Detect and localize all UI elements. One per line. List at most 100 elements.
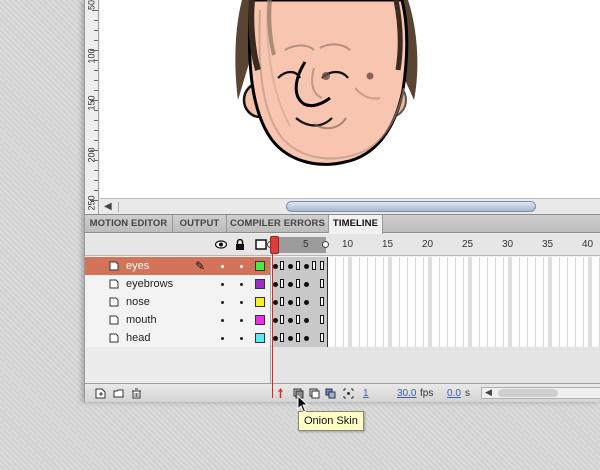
layer-page-icon xyxy=(109,297,119,307)
lock-dot[interactable] xyxy=(240,319,243,322)
frame-strip[interactable] xyxy=(272,329,600,347)
frame-number-15: 15 xyxy=(382,239,394,250)
stage-canvas[interactable] xyxy=(100,0,600,198)
blank-keyframe-icon[interactable] xyxy=(296,333,300,342)
keyframe-icon[interactable] xyxy=(288,300,293,305)
frame-strip[interactable] xyxy=(272,311,600,329)
keyframe-icon[interactable] xyxy=(273,264,278,269)
outline-color-swatch[interactable] xyxy=(255,297,265,307)
layer-name[interactable]: head xyxy=(126,332,150,344)
keyframe-icon[interactable] xyxy=(304,318,309,323)
tab-compiler-errors[interactable]: COMPILER ERRORS xyxy=(227,215,329,233)
outline-color-swatch[interactable] xyxy=(255,279,265,289)
outline-color-swatch[interactable] xyxy=(255,261,265,271)
frame-rate-value[interactable]: 30.0 xyxy=(397,388,416,399)
playhead-handle[interactable] xyxy=(270,236,279,254)
layer-row-nose[interactable]: nose xyxy=(85,293,600,311)
keyframe-icon[interactable] xyxy=(273,336,278,341)
tab-timeline[interactable]: TIMELINE xyxy=(329,215,383,234)
visibility-dot[interactable] xyxy=(221,283,224,286)
tab-motion-editor[interactable]: MOTION EDITOR xyxy=(85,215,173,233)
center-frame-icon[interactable] xyxy=(275,388,286,399)
eye-icon[interactable] xyxy=(215,239,227,250)
blank-keyframe-icon[interactable] xyxy=(320,261,324,270)
stage-horizontal-scrollbar[interactable]: ◀ xyxy=(100,198,600,214)
layer-name[interactable]: nose xyxy=(126,296,150,308)
keyframe-icon[interactable] xyxy=(304,264,309,269)
blank-keyframe-icon[interactable] xyxy=(280,333,284,342)
modify-onion-markers-icon[interactable] xyxy=(343,388,354,399)
layer-row-eyes[interactable]: eyes ✎ xyxy=(85,257,600,275)
layer-row-eyebrows[interactable]: eyebrows xyxy=(85,275,600,293)
keyframe-icon[interactable] xyxy=(304,282,309,287)
mouse-pointer-icon xyxy=(297,395,309,413)
onion-end-marker[interactable] xyxy=(322,241,329,248)
ruler-label-50: 50 xyxy=(86,0,97,11)
frame-number-10: 10 xyxy=(342,239,354,250)
blank-keyframe-icon[interactable] xyxy=(296,279,300,288)
stage-scroll-thumb[interactable] xyxy=(286,201,536,212)
frame-strip[interactable] xyxy=(272,293,600,311)
lock-dot[interactable] xyxy=(240,337,243,340)
keyframe-icon[interactable] xyxy=(288,336,293,341)
blank-keyframe-icon[interactable] xyxy=(280,315,284,324)
visibility-dot[interactable] xyxy=(221,301,224,304)
layer-page-icon xyxy=(109,261,119,271)
outline-color-swatch[interactable] xyxy=(255,333,265,343)
keyframe-icon[interactable] xyxy=(273,300,278,305)
blank-keyframe-icon[interactable] xyxy=(280,261,284,270)
edit-multiple-frames-icon[interactable] xyxy=(325,388,336,399)
layer-page-icon xyxy=(109,333,119,343)
frame-strip[interactable] xyxy=(272,275,600,293)
ruler-label-100: 100 xyxy=(86,48,97,64)
scroll-left-arrow-icon[interactable]: ◀ xyxy=(485,387,492,398)
keyframe-icon[interactable] xyxy=(273,282,278,287)
layer-name[interactable]: eyebrows xyxy=(126,278,173,290)
trash-icon[interactable] xyxy=(131,388,142,399)
blank-keyframe-icon[interactable] xyxy=(320,297,324,306)
blank-keyframe-icon[interactable] xyxy=(280,297,284,306)
blank-keyframe-icon[interactable] xyxy=(320,279,324,288)
layer-page-icon xyxy=(109,315,119,325)
keyframe-icon[interactable] xyxy=(288,264,293,269)
blank-keyframe-icon[interactable] xyxy=(320,315,324,324)
blank-keyframe-icon[interactable] xyxy=(296,261,300,270)
blank-keyframe-icon[interactable] xyxy=(296,315,300,324)
layer-row-head[interactable]: head xyxy=(85,329,600,347)
keyframe-icon[interactable] xyxy=(273,318,278,323)
layer-row-mouth[interactable]: mouth xyxy=(85,311,600,329)
onion-skin-outlines-icon[interactable] xyxy=(309,388,320,399)
outline-color-swatch[interactable] xyxy=(255,315,265,325)
blank-keyframe-icon[interactable] xyxy=(312,261,316,270)
panel-tab-bar: MOTION EDITOR OUTPUT COMPILER ERRORS TIM… xyxy=(85,214,600,234)
keyframe-icon[interactable] xyxy=(288,318,293,323)
lock-icon[interactable] xyxy=(234,239,246,250)
tab-output[interactable]: OUTPUT xyxy=(173,215,227,233)
blank-keyframe-icon[interactable] xyxy=(296,297,300,306)
visibility-dot[interactable] xyxy=(221,319,224,322)
visibility-dot[interactable] xyxy=(221,337,224,340)
blank-keyframe-icon[interactable] xyxy=(280,279,284,288)
vertical-ruler: 50 100 150 200 250 xyxy=(85,0,99,214)
keyframe-icon[interactable] xyxy=(304,300,309,305)
keyframe-icon[interactable] xyxy=(304,336,309,341)
blank-keyframe-icon[interactable] xyxy=(320,333,324,342)
layer-name[interactable]: mouth xyxy=(126,314,157,326)
lock-dot[interactable] xyxy=(240,283,243,286)
lock-dot[interactable] xyxy=(240,301,243,304)
current-frame-value[interactable]: 1 xyxy=(363,388,369,399)
keyframe-icon[interactable] xyxy=(288,282,293,287)
cartoon-face-drawing xyxy=(235,0,418,166)
scroll-left-arrow-icon[interactable]: ◀ xyxy=(104,201,112,212)
timeline-scroll-thumb[interactable] xyxy=(498,389,558,397)
lock-dot[interactable] xyxy=(240,265,243,268)
timeline-horizontal-scrollbar[interactable]: ◀ xyxy=(481,387,600,399)
new-folder-icon[interactable] xyxy=(113,388,124,399)
elapsed-time-value[interactable]: 0.0 xyxy=(447,388,461,399)
frame-number-30: 30 xyxy=(502,239,514,250)
frame-strip[interactable] xyxy=(272,257,600,275)
outline-icon[interactable] xyxy=(255,239,267,250)
new-layer-icon[interactable] xyxy=(95,388,106,399)
layer-name[interactable]: eyes xyxy=(126,260,149,272)
visibility-dot[interactable] xyxy=(221,265,224,268)
